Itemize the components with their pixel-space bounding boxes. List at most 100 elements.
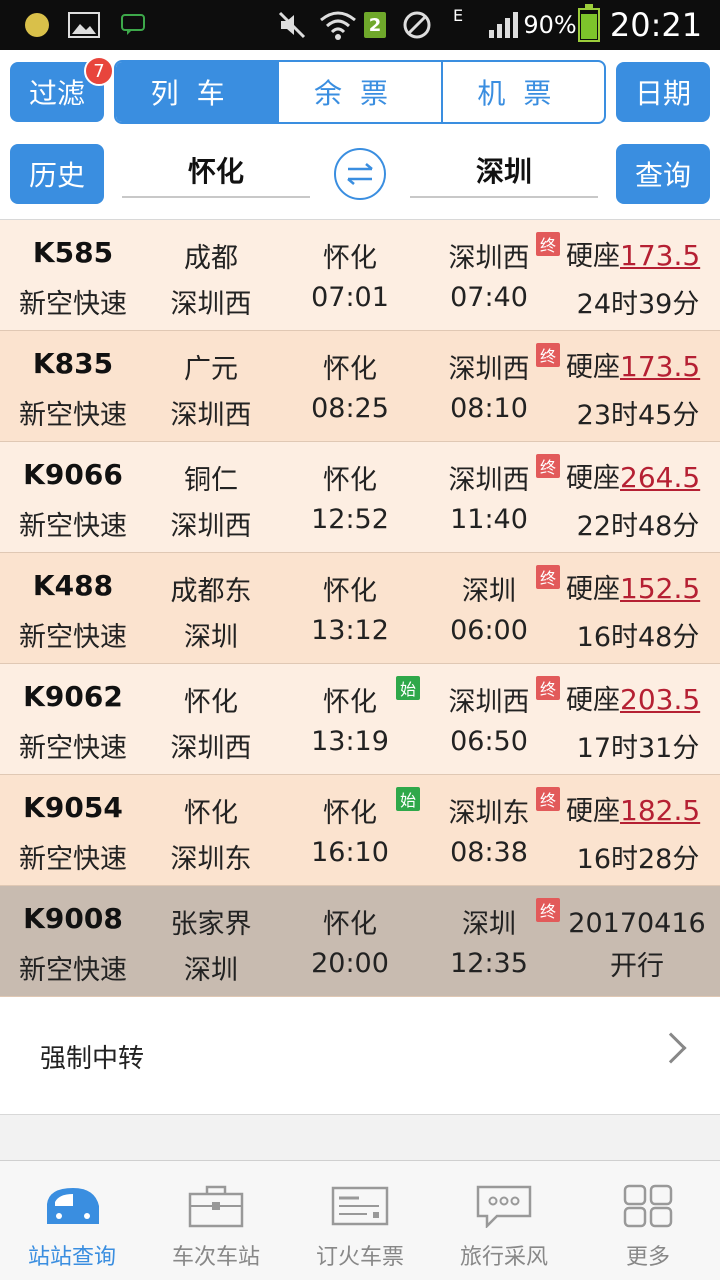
search-header: 过滤 7 列车 余票 机票 日期 历史 怀化 深圳 查询 [0,50,720,220]
chevron-right-icon [655,1032,687,1064]
clock: 20:21 [609,6,703,44]
nav-label: 旅行采风 [459,1245,548,1270]
origin-station: 成都 [184,243,238,274]
departure-time: 13:19 [311,726,389,757]
mute-icon [276,0,308,50]
origin-station: 怀化 [184,687,238,718]
origin-station: 成都东 [170,576,252,607]
departure-station: 怀化 [323,687,377,718]
departure-time: 16:10 [311,837,389,868]
train-row[interactable]: K9066 新空快速 铜仁 深圳西 怀化 12:52 深圳西 11:40 终硬座264.5 22时… [0,442,720,553]
arrival-station: 深圳西 [448,243,530,274]
history-button[interactable]: 历史 [10,144,104,204]
grid-icon [619,1183,677,1229]
departure-station: 怀化 [323,909,377,940]
terminal-station: 深圳西 [170,733,252,764]
train-type: 新空快速 [19,733,127,764]
train-row[interactable]: K488 新空快速 成都东 深圳 怀化 13:12 深圳 06:00 终硬座152.5 16时48… [0,553,720,664]
train-row[interactable]: K835 新空快速 广元 深圳西 怀化 08:25 深圳西 08:10 终硬座173.5 23时4… [0,331,720,442]
filter-button[interactable]: 过滤 7 [10,56,114,122]
tab-remaining-tickets[interactable]: 余票 [277,62,440,122]
fare-info: 硬座152.5 [566,567,710,606]
arrival-time: 11:40 [450,504,528,535]
train-number: K9008 [23,902,123,935]
duration: 22时48分 [576,511,700,542]
fare-price[interactable]: 203.5 [620,683,700,716]
tab-flights[interactable]: 机票 [440,62,604,122]
origin-station: 铜仁 [184,465,238,496]
fare-price[interactable]: 152.5 [620,572,700,605]
terminal-station: 深圳西 [170,511,252,542]
nav-train-station[interactable]: 车次车站 [144,1161,288,1280]
fare-price[interactable]: 173.5 [620,350,700,383]
filter-count-badge: 7 [84,56,114,86]
train-type: 新空快速 [19,844,127,875]
terminal-tag-badge: 终 [536,787,560,811]
departure-station: 怀化 [323,243,377,274]
duration: 16时48分 [576,622,700,653]
departure-time: 20:00 [311,948,389,979]
duration: 17时31分 [576,733,700,764]
nav-book-ticket[interactable]: 订火车票 [288,1161,432,1280]
fare-price[interactable]: 264.5 [620,461,700,494]
network-type: E [452,6,464,25]
arrival-station: 深圳东 [448,798,530,829]
sale-date: 20170416 [568,908,706,939]
swap-arrows-icon [347,163,373,185]
train-row[interactable]: K585 新空快速 成都 深圳西 怀化 07:01 深圳西 07:40 终硬座173.5 24时3… [0,220,720,331]
origin-station: 广元 [184,354,238,385]
fare-price[interactable]: 173.5 [620,239,700,272]
swap-stations-button[interactable] [334,148,386,200]
seat-class: 硬座 [566,463,620,494]
forced-transfer-row[interactable]: 强制中转 [0,997,720,1115]
train-row[interactable]: K9054 新空快速 怀化 深圳东 怀化 16:10 深圳东 08:38 始终硬座182.5 16… [0,775,720,886]
departure-time: 13:12 [311,615,389,646]
ticket-icon [331,1183,389,1229]
train-row[interactable]: K9008 新空快速 张家界 深圳 怀化 20:00 深圳 12:35 终 20170416 开行 [0,886,720,997]
terminal-station: 深圳东 [170,844,252,875]
train-number: K835 [32,347,114,380]
duration: 23时45分 [576,400,700,431]
tab-train[interactable]: 列车 [116,62,278,122]
mode-segmented-control: 列车 余票 机票 [114,60,606,124]
departure-time: 07:01 [311,282,389,313]
duration: 16时28分 [576,844,700,875]
train-type: 新空快速 [19,622,127,653]
fare-price[interactable]: 182.5 [620,794,700,827]
fare-info: 硬座182.5 [566,789,710,828]
arrival-time: 08:10 [450,393,528,424]
train-row[interactable]: K9062 新空快速 怀化 深圳西 怀化 13:19 深圳西 06:50 始终硬座203.5 17… [0,664,720,775]
origin-station: 怀化 [184,798,238,829]
nav-station-search[interactable]: 站站查询 [0,1161,144,1280]
seat-class: 硬座 [566,796,620,827]
arrival-station: 深圳 [462,576,516,607]
train-type: 新空快速 [19,511,127,542]
seat-class: 硬座 [566,241,620,272]
train-type: 新空快速 [19,400,127,431]
sale-note: 开行 [610,951,664,982]
to-station-field[interactable]: 深圳 [410,144,598,198]
battery-icon [576,0,602,50]
origin-tag-badge: 始 [396,676,420,700]
train-type: 新空快速 [19,289,127,320]
origin-tag-badge: 始 [396,787,420,811]
nav-travel[interactable]: 旅行采风 [432,1161,576,1280]
date-button[interactable]: 日期 [616,62,710,122]
terminal-tag-badge: 终 [536,343,560,367]
wifi-icon [318,0,358,50]
terminal-station: 深圳西 [170,400,252,431]
signal-icon [486,0,522,50]
terminal-tag-badge: 终 [536,232,560,256]
from-station-field[interactable]: 怀化 [122,144,310,198]
nav-more[interactable]: 更多 [576,1161,720,1280]
message-icon [120,0,146,50]
train-type: 新空快速 [19,955,127,986]
terminal-tag-badge: 终 [536,898,560,922]
arrival-station: 深圳西 [448,687,530,718]
sim-badge: 2 [362,0,388,50]
train-front-icon [43,1183,101,1229]
train-number: K9054 [23,791,123,824]
search-button[interactable]: 查询 [616,144,710,204]
terminal-tag-badge: 终 [536,676,560,700]
arrival-time: 12:35 [450,948,528,979]
